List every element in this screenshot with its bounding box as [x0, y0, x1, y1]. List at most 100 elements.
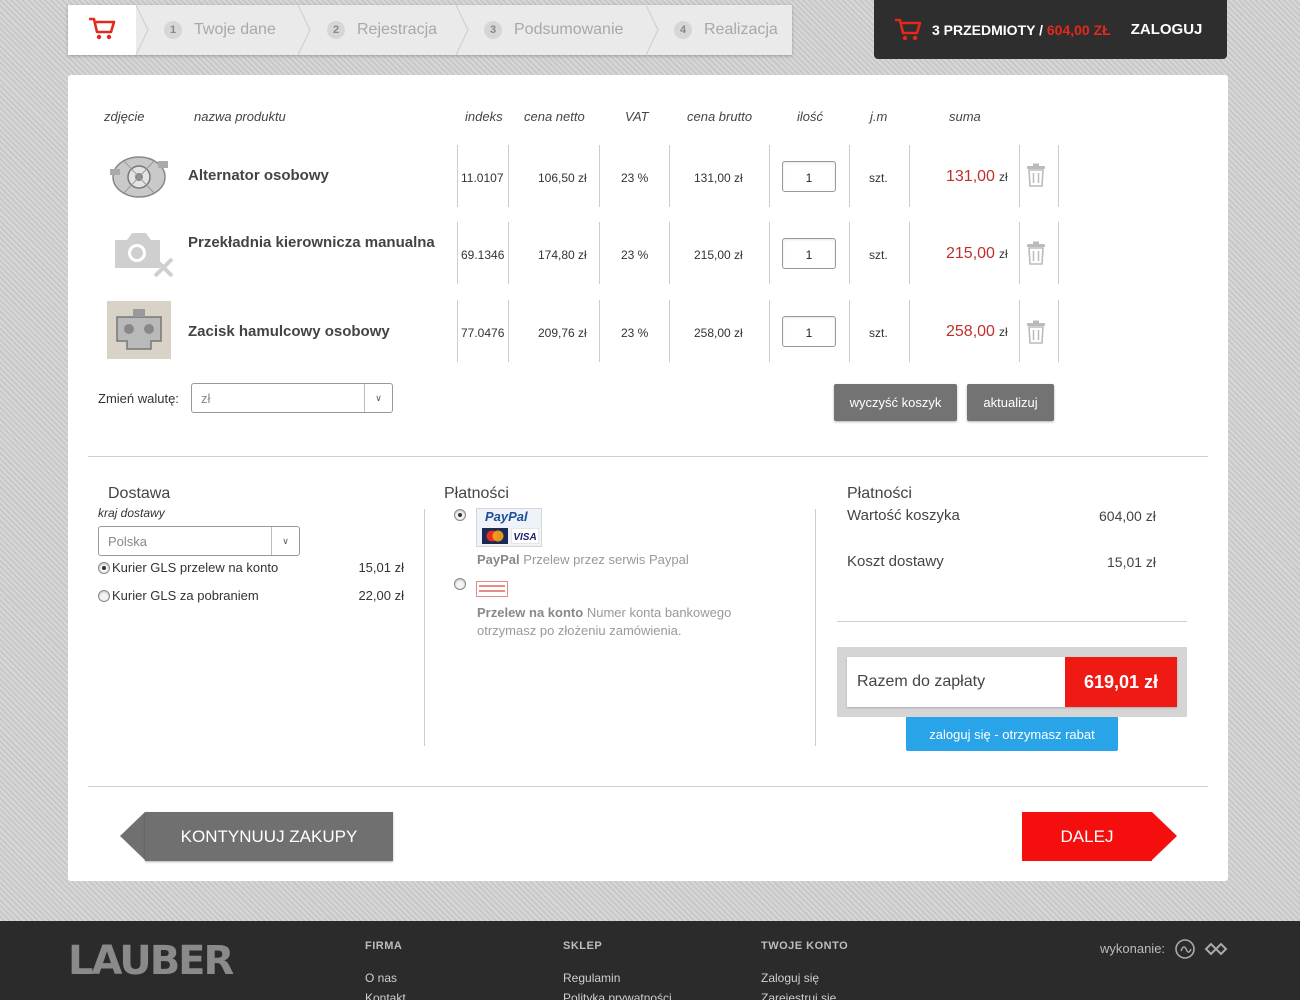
- shipping-label: Kurier GLS przelew na konto: [112, 560, 279, 575]
- header-gross: cena brutto: [687, 109, 753, 124]
- product-index: 69.1346: [461, 248, 505, 262]
- quantity-input[interactable]: 1: [782, 161, 836, 192]
- payment-title: Płatności: [444, 485, 509, 502]
- total-box: Razem do zapłaty 619,01 zł: [837, 647, 1187, 717]
- footer-link[interactable]: Polityka prywatności: [563, 991, 672, 1000]
- total-amount: 619,01 zł: [1065, 657, 1177, 707]
- divider: [837, 621, 1187, 622]
- visa-icon: VISA: [511, 528, 539, 544]
- bank-transfer-icon: [476, 581, 508, 597]
- continue-shopping-label: KONTYNUUJ ZAKUPY: [145, 812, 393, 861]
- footer-link[interactable]: Regulamin: [563, 971, 620, 985]
- step-3[interactable]: 3 Podsumowanie: [484, 5, 623, 55]
- divider: [424, 509, 425, 746]
- author-logo-icon[interactable]: [1174, 937, 1230, 961]
- product-sum: 215,00 zł: [946, 245, 1008, 262]
- mini-cart-items: 3 PRZEDMIOTY /: [932, 21, 1043, 38]
- footer-col-title: FIRMA: [365, 940, 403, 952]
- header-qty: ilość: [797, 109, 824, 124]
- footer-link[interactable]: Zarejestruj się: [761, 991, 836, 1000]
- trash-icon[interactable]: [1026, 163, 1046, 187]
- logo-text: LAUBER: [68, 938, 234, 984]
- lauber-logo[interactable]: LAUBER: [68, 938, 234, 984]
- product-sum: 258,00 zł: [946, 323, 1008, 340]
- product-index: 77.0476: [461, 326, 505, 340]
- product-name[interactable]: Alternator osobowy: [188, 165, 438, 187]
- paypal-logo-text: PayPal: [485, 509, 528, 524]
- continue-shopping-button[interactable]: KONTYNUUJ ZAKUPY: [120, 812, 393, 861]
- product-index: 11.0107: [461, 171, 504, 185]
- mini-cart[interactable]: 3 PRZEDMIOTY / 604,00 ZŁ ZALOGUJ: [874, 0, 1227, 59]
- summary-title: Płatności: [847, 485, 912, 502]
- divider: [88, 786, 1208, 787]
- product-gross: 258,00 zł: [694, 326, 743, 340]
- step-number: 2: [327, 21, 345, 39]
- paypal-description: PayPal Przelew przez serwis Paypal: [477, 552, 689, 567]
- header-name: nazwa produktu: [194, 109, 286, 124]
- footer-link[interactable]: O nas: [365, 971, 397, 985]
- step-separator: [298, 5, 311, 55]
- shipping-price: 22,00 zł: [358, 588, 404, 603]
- shipping-option[interactable]: Kurier GLS przelew na konto 15,01 zł: [98, 560, 404, 575]
- next-label: DALEJ: [1022, 812, 1152, 861]
- cart-value: 604,00 zł: [1099, 508, 1156, 524]
- product-image-alternator[interactable]: [104, 147, 174, 203]
- trash-icon[interactable]: [1026, 320, 1046, 344]
- product-vat: 23 %: [621, 326, 649, 340]
- footer-link[interactable]: Kontakt: [365, 991, 406, 1000]
- shipping-price: 15,01 zł: [358, 560, 404, 575]
- step-1[interactable]: 1 Twoje dane: [164, 5, 276, 55]
- country-value: Polska: [108, 533, 148, 549]
- delivery-title: Dostawa: [108, 485, 171, 502]
- cart-value-label: Wartość koszyka: [847, 507, 960, 524]
- product-vat: 23 %: [621, 171, 649, 185]
- next-button[interactable]: DALEJ: [1022, 812, 1177, 861]
- credit-label: wykonanie:: [1100, 941, 1166, 956]
- step-2[interactable]: 2 Rejestracja: [327, 5, 437, 55]
- no-image-icon: [115, 233, 174, 278]
- product-name[interactable]: Zacisk hamulcowy osobowy: [188, 321, 438, 343]
- update-button[interactable]: aktualizuj: [967, 384, 1054, 421]
- mini-cart-amount: 604,00 ZŁ: [1046, 21, 1111, 38]
- quantity-input[interactable]: 1: [782, 238, 836, 269]
- header-unit: j.m: [870, 109, 888, 124]
- step-label: Rejestracja: [357, 21, 438, 38]
- quantity-input[interactable]: 1: [782, 316, 836, 347]
- clear-cart-button[interactable]: wyczyść koszyk: [834, 384, 957, 421]
- footer-link[interactable]: Zaloguj się: [761, 971, 819, 985]
- chevron-down-icon: ∨: [271, 527, 299, 555]
- header-photo: zdjęcie: [104, 109, 145, 124]
- shipping-radio[interactable]: [98, 561, 110, 574]
- country-select[interactable]: Polska ∨: [98, 526, 300, 556]
- step-separator: [136, 5, 149, 55]
- product-name[interactable]: Przekładnia kierownicza manualna: [188, 232, 438, 254]
- step-separator: [646, 5, 659, 55]
- login-discount-button[interactable]: zaloguj się - otrzymasz rabat: [906, 717, 1118, 751]
- country-label: kraj dostawy: [98, 506, 165, 520]
- trash-icon[interactable]: [1026, 241, 1046, 265]
- step-label: Podsumowanie: [514, 21, 624, 38]
- footer-col-title: SKLEP: [563, 940, 603, 952]
- currency-value: zł: [201, 390, 211, 406]
- header-vat: VAT: [625, 109, 649, 124]
- product-unit: szt.: [869, 248, 888, 262]
- step-4[interactable]: 4 Realizacja: [674, 5, 778, 55]
- step-separator: [456, 5, 469, 55]
- product-unit: szt.: [869, 326, 888, 340]
- transfer-description: Przelew na konto Numer konta bankowego o…: [477, 605, 732, 638]
- shipping-radio[interactable]: [98, 589, 110, 602]
- product-image-caliper[interactable]: [107, 301, 171, 359]
- shipping-option[interactable]: Kurier GLS za pobraniem 22,00 zł: [98, 588, 404, 603]
- step-number: 3: [484, 21, 502, 39]
- step-cart[interactable]: [68, 5, 136, 55]
- cart-panel: zdjęcie nazwa produktu indeks cena netto…: [68, 75, 1228, 881]
- login-link[interactable]: ZALOGUJ: [1131, 21, 1203, 38]
- mastercard-icon: [482, 528, 508, 544]
- payment-radio-transfer[interactable]: [454, 578, 466, 590]
- currency-select[interactable]: zł ∨: [191, 383, 393, 413]
- footer: LAUBER FIRMA O nas Kontakt SKLEP Regulam…: [0, 921, 1300, 1000]
- product-gross: 131,00 zł: [694, 171, 743, 185]
- payment-radio-paypal[interactable]: [454, 509, 466, 521]
- shipping-label: Kurier GLS za pobraniem: [112, 588, 259, 603]
- shipping-cost: 15,01 zł: [1107, 554, 1157, 570]
